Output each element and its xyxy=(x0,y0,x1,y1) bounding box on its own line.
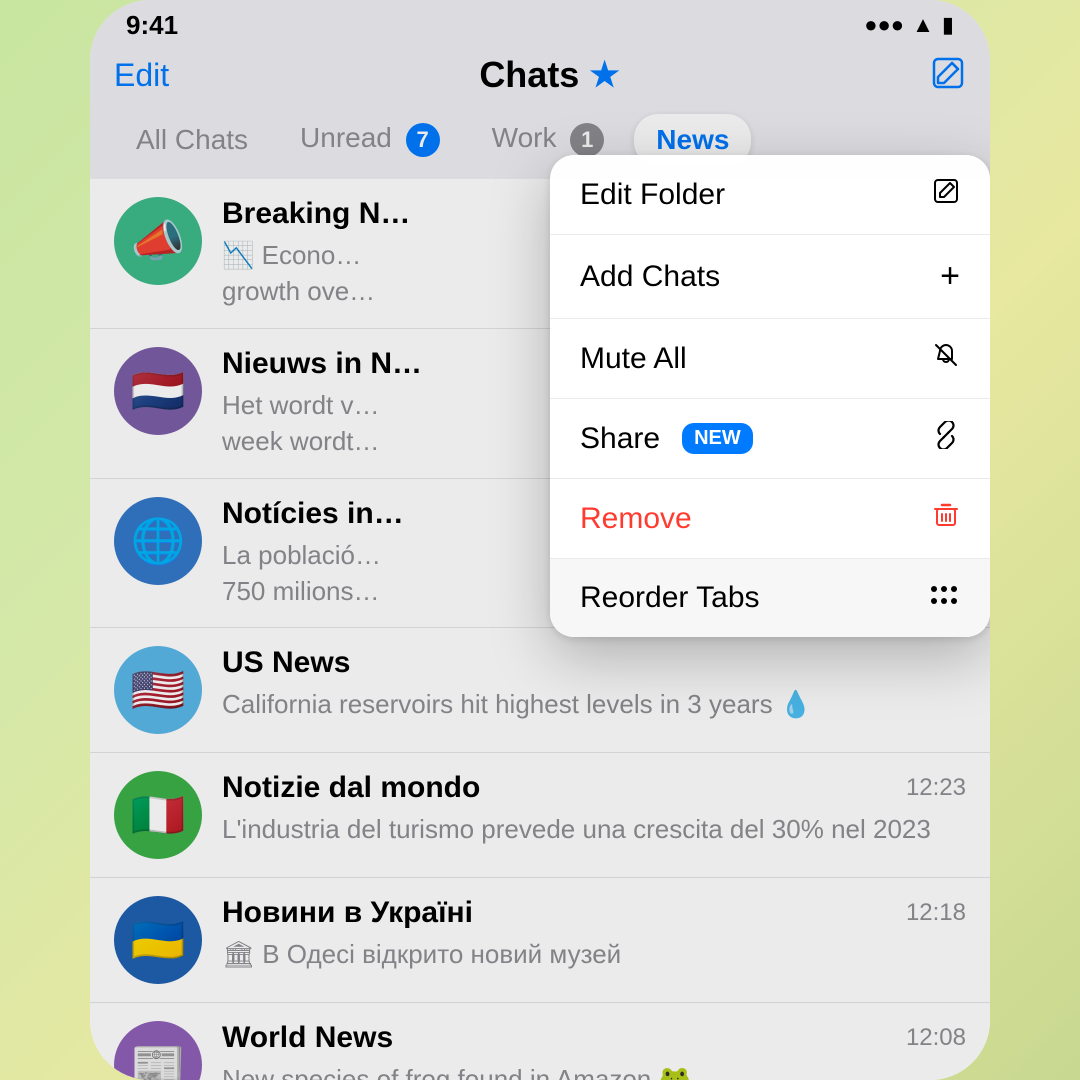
menu-item-label: Mute All xyxy=(580,342,687,376)
menu-item-share[interactable]: Share NEW xyxy=(550,399,990,479)
menu-item-label: Edit Folder xyxy=(580,178,725,212)
trash-icon xyxy=(932,501,960,536)
menu-item-reorder-tabs[interactable]: Reorder Tabs xyxy=(550,559,990,637)
plus-icon: + xyxy=(940,257,960,296)
menu-item-label: Share NEW xyxy=(580,422,753,456)
menu-item-remove[interactable]: Remove xyxy=(550,479,990,559)
menu-item-label: Remove xyxy=(580,502,692,536)
bell-off-icon xyxy=(932,341,960,376)
menu-item-label: Reorder Tabs xyxy=(580,581,760,615)
edit-icon xyxy=(932,177,960,212)
reorder-icon xyxy=(928,582,960,614)
menu-item-mute-all[interactable]: Mute All xyxy=(550,319,990,399)
link-icon xyxy=(932,421,960,456)
menu-item-edit-folder[interactable]: Edit Folder xyxy=(550,155,990,235)
context-menu: Edit Folder Add Chats + Mute All xyxy=(550,155,990,637)
new-badge: NEW xyxy=(682,423,753,454)
menu-item-add-chats[interactable]: Add Chats + xyxy=(550,235,990,319)
menu-item-label: Add Chats xyxy=(580,260,720,294)
